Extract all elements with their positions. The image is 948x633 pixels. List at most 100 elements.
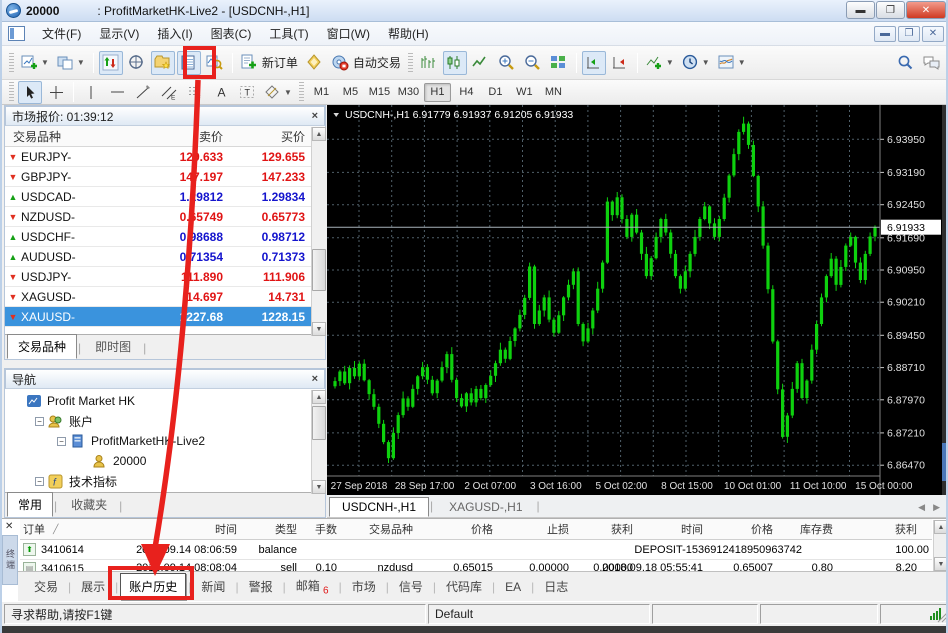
text-tool-button[interactable]: A: [209, 81, 233, 104]
metaeditor-button[interactable]: [303, 51, 327, 75]
channel-tool-button[interactable]: E: [157, 81, 181, 104]
market-watch-header[interactable]: 交易品种 卖价 买价: [5, 126, 325, 147]
menu-item-2[interactable]: 插入(I): [148, 24, 201, 44]
navigator-button[interactable]: [151, 51, 175, 75]
crosshair-tool-button[interactable]: [44, 81, 68, 104]
header-cell-7[interactable]: 获利: [572, 519, 636, 539]
periods-button[interactable]: ▼: [679, 51, 713, 75]
header-cell-4[interactable]: 交易品种: [340, 519, 416, 539]
chart-tab-0[interactable]: USDCNH-,H1: [329, 497, 429, 517]
search-button[interactable]: [893, 51, 917, 75]
market-watch-tab-1[interactable]: 即时图: [84, 334, 142, 359]
label-tool-button[interactable]: T: [235, 81, 259, 104]
navigator-tab-0[interactable]: 常用: [7, 492, 53, 517]
close-button[interactable]: ✕: [906, 1, 946, 19]
header-cell-0[interactable]: 订单╱: [20, 519, 104, 539]
history-header-row[interactable]: 订单╱时间类型手数交易品种价格止损获利时间价格库存费获利: [20, 519, 932, 540]
terminal-tab-1[interactable]: 展示: [73, 574, 113, 599]
minimize-button[interactable]: ▬: [846, 1, 875, 19]
status-profile[interactable]: Default: [428, 604, 650, 624]
candlestick-button[interactable]: [443, 51, 467, 75]
menu-item-5[interactable]: 窗口(W): [318, 24, 379, 44]
market-watch-row[interactable]: ▲AUDUSD-0.713540.71373: [5, 247, 325, 267]
market-watch-row[interactable]: ▼NZDUSD-0.657490.65773: [5, 207, 325, 227]
bar-chart-button[interactable]: [417, 51, 441, 75]
terminal-grip[interactable]: 终端: [2, 535, 18, 585]
timeframe-button-h4[interactable]: H4: [453, 83, 480, 102]
navigator-close-icon[interactable]: ×: [312, 373, 318, 385]
child-restore-button[interactable]: ❐: [898, 26, 920, 42]
terminal-tab-7[interactable]: 信号: [391, 574, 431, 599]
timeframe-button-m1[interactable]: M1: [308, 83, 335, 102]
fibonacci-tool-button[interactable]: F: [183, 81, 207, 104]
price-chart[interactable]: 6.939506.931906.924506.916906.909506.902…: [327, 105, 942, 495]
market-watch-scrollbar[interactable]: ▲ ▼: [311, 127, 326, 336]
cursor-tool-button[interactable]: [18, 81, 42, 104]
chart-tab-1[interactable]: XAGUSD-,H1: [436, 497, 535, 517]
vertical-line-tool-button[interactable]: [79, 81, 103, 104]
navigator-item-4[interactable]: −f技术指标: [5, 471, 325, 491]
scroll-left-icon[interactable]: ◀: [918, 502, 925, 513]
timeframe-button-d1[interactable]: D1: [482, 83, 509, 102]
auto-trading-button[interactable]: 自动交易: [329, 51, 404, 75]
menu-item-1[interactable]: 显示(V): [90, 24, 148, 44]
shapes-tool-button[interactable]: ▼: [261, 81, 295, 104]
strategy-tester-button[interactable]: [203, 51, 227, 75]
header-cell-8[interactable]: 时间: [636, 519, 706, 539]
horizontal-line-tool-button[interactable]: [105, 81, 129, 104]
community-chat-button[interactable]: [919, 51, 943, 75]
navigator-scrollbar[interactable]: ▲ ▼: [311, 390, 326, 494]
market-watch-button[interactable]: [99, 51, 123, 75]
chart-tab-scroll[interactable]: ◀▶: [918, 502, 940, 517]
navigator-item-3[interactable]: 20000: [5, 451, 325, 471]
terminal-tab-6[interactable]: 市场: [344, 574, 384, 599]
terminal-button[interactable]: [177, 51, 201, 75]
header-cell-5[interactable]: 价格: [416, 519, 496, 539]
market-watch-tab-0[interactable]: 交易品种: [7, 334, 77, 359]
resize-grip[interactable]: [936, 610, 948, 623]
market-watch-row[interactable]: ▼GBPJPY-147.197147.233: [5, 167, 325, 187]
navigator-tab-1[interactable]: 收藏夹: [60, 492, 118, 517]
chart-window-icon[interactable]: [8, 26, 25, 41]
timeframe-button-mn[interactable]: MN: [540, 83, 567, 102]
market-watch-row[interactable]: ▲USDCAD-1.298121.29834: [5, 187, 325, 207]
auto-scroll-button[interactable]: [582, 51, 606, 75]
navigator-item-2[interactable]: −ProfitMarketHK-Live2: [5, 431, 325, 451]
zoom-in-button[interactable]: [495, 51, 519, 75]
tree-collapse-icon[interactable]: −: [57, 437, 66, 446]
menu-item-0[interactable]: 文件(F): [33, 24, 90, 44]
terminal-tab-10[interactable]: 日志: [536, 574, 576, 599]
timeframe-button-m15[interactable]: M15: [366, 83, 393, 102]
terminal-tab-3[interactable]: 新闻: [193, 574, 233, 599]
terminal-close-icon[interactable]: ✕: [5, 521, 13, 532]
market-watch-row[interactable]: ▼XAUUSD-1227.681228.15: [5, 307, 325, 327]
child-minimize-button[interactable]: ▬: [874, 26, 896, 42]
scroll-right-icon[interactable]: ▶: [933, 502, 940, 513]
header-cell-10[interactable]: 库存费: [776, 519, 836, 539]
header-cell-11[interactable]: 获利: [836, 519, 920, 539]
market-watch-row[interactable]: ▼USDJPY-111.890111.906: [5, 267, 325, 287]
history-row-balance[interactable]: ⬆34106142018.09.14 08:06:59balanceDEPOSI…: [20, 540, 932, 560]
new-chart-button[interactable]: ▼: [18, 51, 52, 75]
terminal-tab-0[interactable]: 交易: [26, 574, 66, 599]
header-cell-9[interactable]: 价格: [706, 519, 776, 539]
trendline-tool-button[interactable]: [131, 81, 155, 104]
tile-windows-button[interactable]: [547, 51, 571, 75]
header-cell-6[interactable]: 止损: [496, 519, 572, 539]
menu-item-6[interactable]: 帮助(H): [379, 24, 438, 44]
timeframe-button-h1[interactable]: H1: [424, 83, 451, 102]
timeframe-button-w1[interactable]: W1: [511, 83, 538, 102]
terminal-tab-4[interactable]: 警报: [241, 574, 281, 599]
indicators-button[interactable]: ▼: [643, 51, 677, 75]
navigator-item-1[interactable]: −账户: [5, 411, 325, 431]
market-watch-row[interactable]: ▲USDCHF-0.986880.98712: [5, 227, 325, 247]
navigator-item-0[interactable]: Profit Market HK: [5, 391, 325, 411]
menu-item-3[interactable]: 图表(C): [202, 24, 261, 44]
terminal-tab-9[interactable]: EA: [497, 576, 529, 598]
header-cell-3[interactable]: 手数: [300, 519, 340, 539]
market-watch-close-icon[interactable]: ×: [312, 110, 318, 122]
terminal-scrollbar[interactable]: ▲ ▼: [933, 520, 948, 571]
child-close-button[interactable]: ✕: [922, 26, 944, 42]
header-cell-2[interactable]: 类型: [240, 519, 300, 539]
header-cell-1[interactable]: 时间: [104, 519, 240, 539]
